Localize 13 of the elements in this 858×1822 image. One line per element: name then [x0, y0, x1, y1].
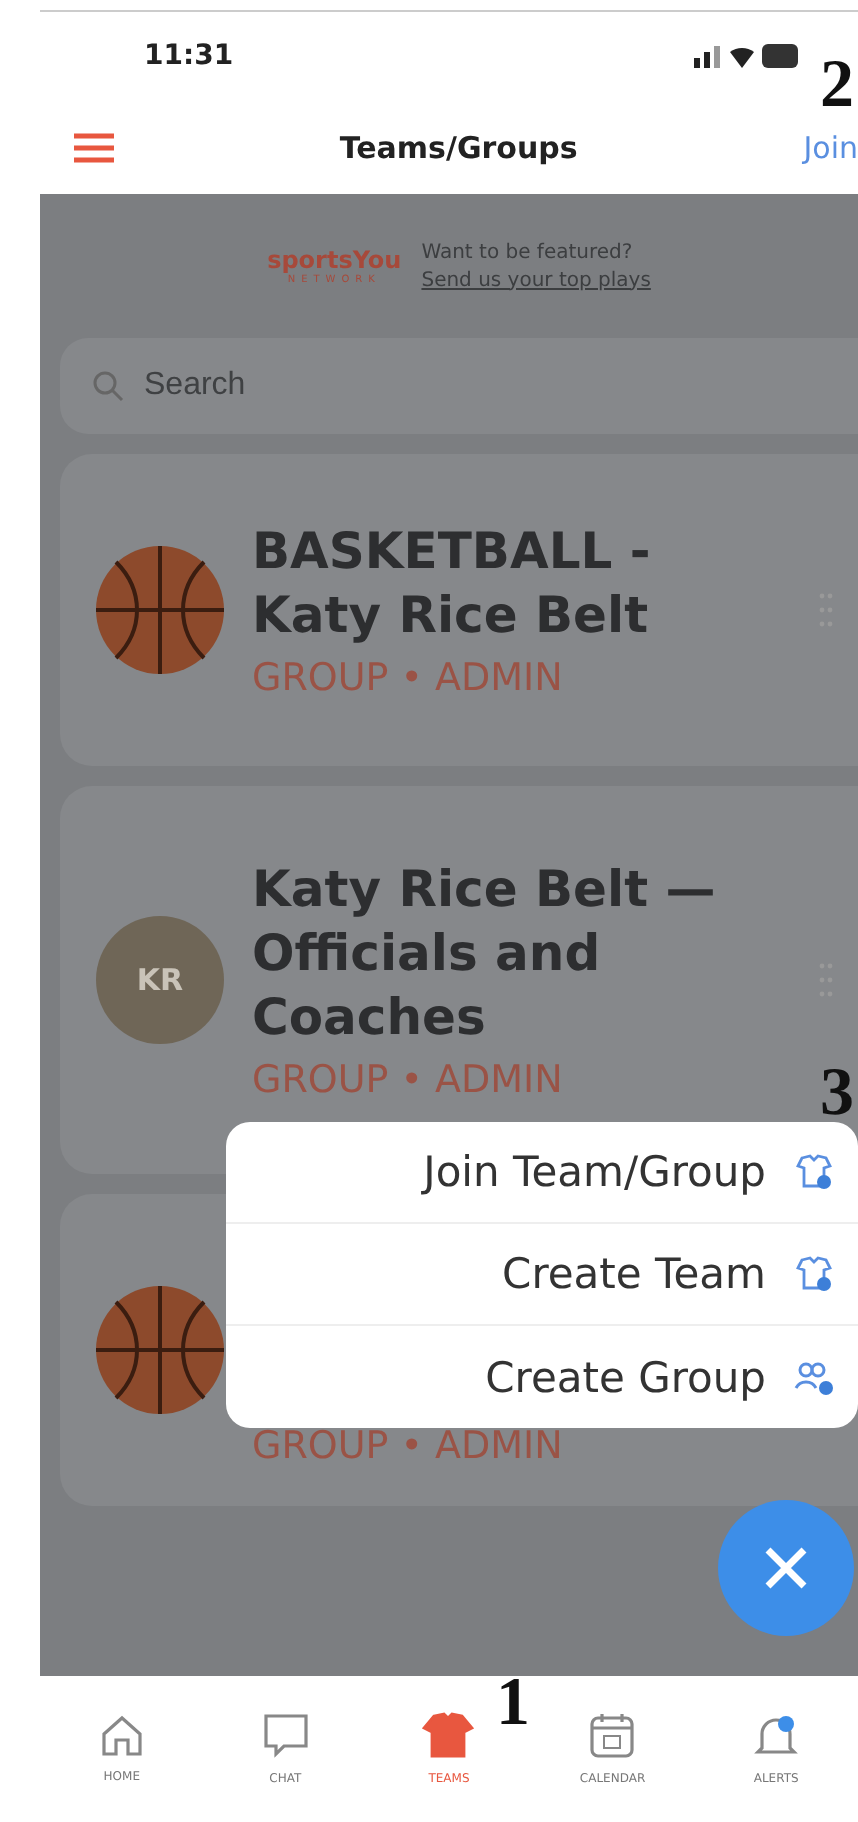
callout-number: 2: [820, 52, 854, 120]
status-time: 11:31: [144, 40, 234, 72]
callout-number: 3: [820, 1060, 854, 1128]
banner-text: Want to be featured?: [421, 241, 635, 263]
initials-avatar: KR: [96, 916, 224, 1044]
team-role: GROUP • ADMIN: [252, 656, 565, 700]
logo-text: sportsYou: [267, 246, 402, 274]
callout-number: 1: [496, 1670, 530, 1738]
team-role: GROUP • ADMIN: [252, 1424, 565, 1468]
team-role: GROUP • ADMIN: [252, 1058, 565, 1102]
team-name: BASKETBALL - Katy Rice Belt: [252, 520, 653, 648]
page-title: Teams/Groups: [339, 129, 578, 165]
team-name: Katy Rice Belt — Officials and Coaches: [252, 858, 718, 1050]
